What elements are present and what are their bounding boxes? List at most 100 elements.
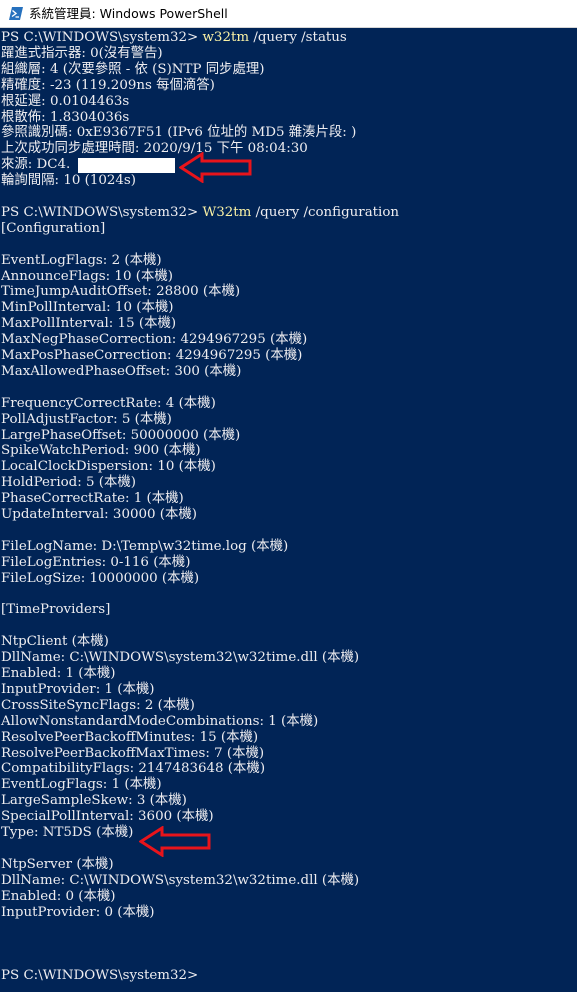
console-line: 根散佈: 1.8304036s [1,110,129,126]
console-line: InputProvider: 0 (本機) [1,905,154,921]
output-text: LargePhaseOffset: 50000000 (本機) [1,427,241,443]
output-text: [Configuration] [1,220,106,236]
console-line: SpikeWatchPeriod: 900 (本機) [1,443,201,459]
output-text: TimeJumpAuditOffset: 28800 (本機) [1,284,241,300]
console-line: PS C:\WINDOWS\system32> [1,968,202,984]
console-line: FileLogEntries: 0-116 (本機) [1,555,190,571]
output-text: Enabled: 0 (本機) [1,888,116,904]
console-line: PS C:\WINDOWS\system32> W32tm /query /co… [1,205,399,221]
output-text: SpecialPollInterval: 3600 (本機) [1,809,214,825]
console-line: DllName: C:\WINDOWS\system32\w32time.dll… [1,650,359,666]
console-line: EventLogFlags: 1 (本機) [1,777,162,793]
console-line: MaxAllowedPhaseOffset: 300 (本機) [1,364,241,380]
console-line: 根延遲: 0.0104463s [1,94,129,110]
console-line: FrequencyCorrectRate: 4 (本機) [1,396,216,412]
output-text: DllName: C:\WINDOWS\system32\w32time.dll… [1,650,360,666]
console-line: NtpClient (本機) [1,634,109,650]
powershell-icon [9,7,23,20]
console-line: 精確度: -23 (119.209ns 每個滴答) [1,78,215,94]
output-text: FileLogEntries: 0-116 (本機) [1,554,191,570]
console-line: 來源: DC4. [1,157,70,173]
console-line: 組織層: 4 (次要參照 - 依 (S)NTP 同步處理) [1,62,265,78]
prompt-text: PS C:\WINDOWS\system32> [1,968,203,984]
output-text: 輪詢間隔: 10 (1024s) [1,173,137,189]
output-text: 躍進式指示器: 0(沒有警告) [1,45,163,61]
console-line: ResolvePeerBackoffMaxTimes: 7 (本機) [1,746,264,762]
console-line: SpecialPollInterval: 3600 (本機) [1,809,214,825]
command-name: W32tm [202,204,252,220]
console-line: PhaseCorrectRate: 1 (本機) [1,491,184,507]
output-text: ResolvePeerBackoffMinutes: 15 (本機) [1,729,259,745]
output-text: AllowNonstandardModeCombinations: 1 (本機) [1,713,319,729]
output-text: PhaseCorrectRate: 1 (本機) [1,491,184,507]
output-text: InputProvider: 1 (本機) [1,681,155,697]
redaction-box [78,158,175,173]
console-line: MaxPosPhaseCorrection: 4294967295 (本機) [1,348,302,364]
console-line: Type: NT5DS (本機) [1,825,133,841]
console-line: PS C:\WINDOWS\system32> w32tm /query /st… [1,30,347,46]
console-line: EventLogFlags: 2 (本機) [1,253,162,269]
output-text: 來源: DC4. [1,157,71,173]
output-text: AnnounceFlags: 10 (本機) [1,268,173,284]
powershell-window: 系統管理員: Windows PowerShell PS C:\WINDOWS\… [0,0,577,992]
title-bar[interactable]: 系統管理員: Windows PowerShell [0,0,577,28]
console-line: 躍進式指示器: 0(沒有警告) [1,46,163,62]
console-line: CrossSiteSyncFlags: 2 (本機) [1,698,195,714]
console-line: 輪詢間隔: 10 (1024s) [1,173,136,189]
output-text: MaxNegPhaseCorrection: 4294967295 (本機) [1,332,308,348]
output-text: Enabled: 1 (本機) [1,666,116,681]
console-line: 參照識別碼: 0xE9367F51 (IPv6 位址的 MD5 雜湊片段: ) [1,125,356,141]
output-text: EventLogFlags: 1 (本機) [1,777,162,793]
console-line: InputProvider: 1 (本機) [1,682,154,698]
output-text: MaxPosPhaseCorrection: 4294967295 (本機) [1,348,303,363]
output-text: 上次成功同步處理時間: 2020/9/15 下午 08:04:30 [1,141,308,157]
output-text: NtpClient (本機) [1,634,109,650]
output-text: Type: NT5DS (本機) [1,825,134,840]
output-text: FileLogName: D:\Temp\w32time.log (本機) [1,538,289,554]
output-text: MinPollInterval: 10 (本機) [1,300,174,316]
console-line: Enabled: 0 (本機) [1,889,116,905]
output-text: 參照識別碼: 0xE9367F51 (IPv6 位址的 MD5 雜湊片段: ) [1,125,357,141]
output-text: DllName: C:\WINDOWS\system32\w32time.dll… [1,872,360,888]
prompt-text: PS C:\WINDOWS\system32> [1,30,203,45]
output-text: 組織層: 4 (次要參照 - 依 (S)NTP 同步處理) [1,61,265,77]
output-text: LargeSampleSkew: 3 (本機) [1,793,187,809]
output-text: 根散佈: 1.8304036s [1,109,130,125]
output-text: PollAdjustFactor: 5 (本機) [1,411,172,427]
red-arrow-icon [139,826,211,857]
console-line: [Configuration] [1,221,105,237]
console-line: FileLogSize: 10000000 (本機) [1,571,199,587]
console-line: NtpServer (本機) [1,857,114,873]
output-text: UpdateInterval: 30000 (本機) [1,507,198,522]
output-text: 根延遲: 0.0104463s [1,93,130,109]
console-line: UpdateInterval: 30000 (本機) [1,507,197,523]
output-text: LocalClockDispersion: 10 (本機) [1,459,216,475]
console-line: Enabled: 1 (本機) [1,666,116,682]
output-text: MaxPollInterval: 15 (本機) [1,316,177,332]
output-text: InputProvider: 0 (本機) [1,904,155,920]
output-text: MaxAllowedPhaseOffset: 300 (本機) [1,363,242,379]
console-line: MaxNegPhaseCorrection: 4294967295 (本機) [1,332,307,348]
output-text: FileLogSize: 10000000 (本機) [1,570,200,586]
console-line: CompatibilityFlags: 2147483648 (本機) [1,761,265,777]
command-name: w32tm [202,30,250,45]
output-text: FrequencyCorrectRate: 4 (本機) [1,395,216,411]
output-text: NtpServer (本機) [1,856,114,872]
command-args: /query /status [249,30,347,45]
output-text: CompatibilityFlags: 2147483648 (本機) [1,761,266,777]
output-text: [TimeProviders] [1,602,111,618]
console-line: DllName: C:\WINDOWS\system32\w32time.dll… [1,873,359,889]
output-text: ResolvePeerBackoffMaxTimes: 7 (本機) [1,745,265,761]
console-line: 上次成功同步處理時間: 2020/9/15 下午 08:04:30 [1,141,308,157]
output-text: 精確度: -23 (119.209ns 每個滴答) [1,77,215,93]
console-line: MaxPollInterval: 15 (本機) [1,316,176,332]
output-text: HoldPeriod: 5 (本機) [1,475,137,491]
console-line: HoldPeriod: 5 (本機) [1,475,136,491]
console-line: PollAdjustFactor: 5 (本機) [1,412,172,428]
output-text: CrossSiteSyncFlags: 2 (本機) [1,697,195,713]
command-args: /query /configuration [251,204,400,220]
red-arrow-icon [179,152,252,183]
output-text: SpikeWatchPeriod: 900 (本機) [1,443,201,459]
console-line: FileLogName: D:\Temp\w32time.log (本機) [1,539,288,555]
console-line: TimeJumpAuditOffset: 28800 (本機) [1,284,240,300]
